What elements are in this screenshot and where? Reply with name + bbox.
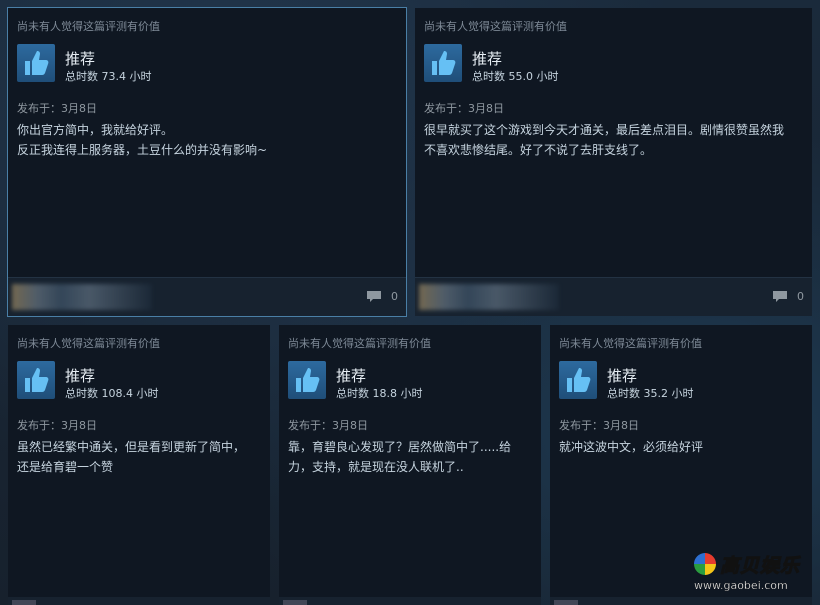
helpful-count-text: 尚未有人觉得这篇评测有价值	[424, 20, 567, 33]
recommended-label: 推荐	[336, 367, 367, 385]
watermark-title: 高贝娱乐	[719, 555, 801, 578]
comment-count: 0	[797, 290, 804, 303]
thumbs-up-icon	[288, 361, 326, 399]
review-footer: 0	[8, 277, 406, 316]
recommended-label: 推荐	[65, 50, 96, 68]
review-card[interactable]: 尚未有人觉得这篇评测有价值 推荐 总时数 73.4 小时 发布于：3月8日 你出…	[7, 7, 407, 317]
recommended-label: 推荐	[607, 367, 638, 385]
review-text: 很早就买了这个游戏到今天才通关，最后差点泪目。剧情很赞虽然我 不喜欢悲惨结尾。好…	[424, 123, 785, 157]
review-card[interactable]: 尚未有人觉得这篇评测有价值 推荐 总时数 108.4 小时 发布于：3月8日 虽…	[8, 325, 270, 605]
thumbs-up-icon	[559, 361, 597, 399]
review-footer	[8, 597, 270, 605]
thumbs-up-icon	[17, 361, 55, 399]
posted-date: 发布于：3月8日	[424, 102, 504, 115]
posted-date: 发布于：3月8日	[17, 419, 97, 432]
helpful-count-text: 尚未有人觉得这篇评测有价值	[17, 337, 160, 350]
author-avatar[interactable]	[554, 600, 578, 605]
author-avatar[interactable]	[283, 600, 307, 605]
posted-date: 发布于：3月8日	[17, 102, 97, 115]
review-footer	[279, 597, 541, 605]
playtime-hours: 总时数 73.4 小时	[65, 70, 152, 83]
watermark-url: www.gaobei.com	[694, 579, 788, 592]
review-text: 虽然已经繁中通关，但是看到更新了简中， 还是给育碧一个赞	[17, 440, 246, 474]
watermark-logo-icon	[694, 553, 716, 575]
author-avatar[interactable]	[12, 284, 152, 310]
comment-icon[interactable]	[772, 290, 788, 303]
author-avatar[interactable]	[12, 600, 36, 605]
playtime-hours: 总时数 18.8 小时	[336, 387, 423, 400]
review-text: 靠，育碧良心发现了？居然做简中了.....给 力，支持，就是现在没人联机了..	[288, 440, 512, 474]
playtime-hours: 总时数 55.0 小时	[472, 70, 559, 83]
thumbs-up-icon	[424, 44, 462, 82]
review-footer	[550, 597, 812, 605]
helpful-count-text: 尚未有人觉得这篇评测有价值	[559, 337, 702, 350]
review-footer: 0	[415, 277, 812, 316]
comment-count: 0	[391, 290, 398, 303]
recommended-label: 推荐	[472, 50, 503, 68]
posted-date: 发布于：3月8日	[559, 419, 639, 432]
helpful-count-text: 尚未有人觉得这篇评测有价值	[288, 337, 431, 350]
recommended-label: 推荐	[65, 367, 96, 385]
site-watermark: 高贝娱乐 www.gaobei.com	[694, 551, 806, 595]
review-card[interactable]: 尚未有人觉得这篇评测有价值 推荐 总时数 18.8 小时 发布于：3月8日 靠，…	[279, 325, 541, 605]
playtime-hours: 总时数 108.4 小时	[65, 387, 159, 400]
review-card[interactable]: 尚未有人觉得这篇评测有价值 推荐 总时数 55.0 小时 发布于：3月8日 很早…	[415, 8, 812, 316]
comment-icon[interactable]	[366, 290, 382, 303]
playtime-hours: 总时数 35.2 小时	[607, 387, 694, 400]
author-avatar[interactable]	[419, 284, 559, 310]
review-text: 你出官方简中，我就给好评。 反正我连得上服务器，土豆什么的并没有影响~	[17, 123, 268, 157]
review-text: 就冲这波中文，必须给好评	[559, 440, 704, 454]
helpful-count-text: 尚未有人觉得这篇评测有价值	[17, 20, 160, 33]
posted-date: 发布于：3月8日	[288, 419, 368, 432]
thumbs-up-icon	[17, 44, 55, 82]
